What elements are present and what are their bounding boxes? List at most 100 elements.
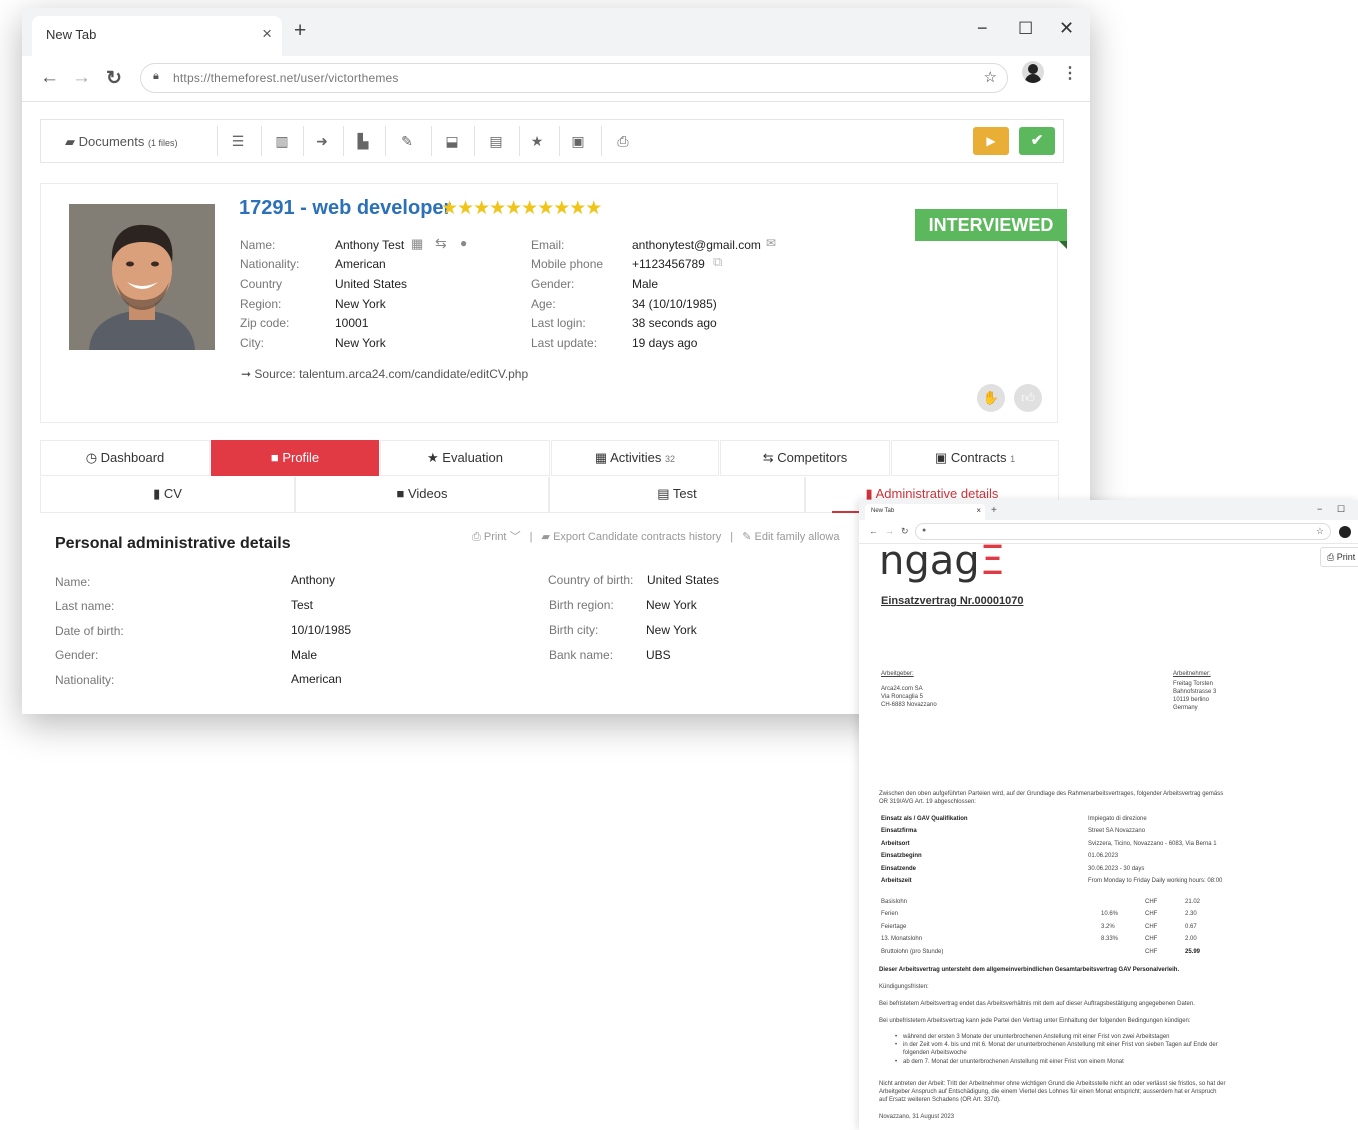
list-icon[interactable]: ☰ [227,130,249,152]
close-tab-icon[interactable]: × [262,24,272,44]
detail-key: Einsatzfirma [881,828,917,834]
source-link[interactable]: ➞ Source: talentum.arca24.com/candidate/… [241,367,528,381]
tab-videos[interactable]: ■ Videos [295,477,549,513]
doc-tab-bar: New Tab × + − ☐ [859,500,1358,520]
url-input[interactable]: 🔒︎ https://themeforest.net/user/victorth… [140,63,1008,93]
doc-forward-icon[interactable]: → [885,526,894,536]
documents-button[interactable]: ▰ Documents (1 files) [65,134,178,150]
doc-maximize-icon[interactable]: ☐ [1337,504,1345,515]
employee-line: Freitag Torsten [1173,681,1213,687]
forward-icon[interactable]: → [72,67,91,89]
region-label: Region: [240,297,282,311]
doc-close-tab-icon[interactable]: × [976,506,981,515]
copy-icon[interactable]: ⧉ [713,254,722,270]
minimize-icon[interactable]: − [977,18,988,39]
star-icon[interactable]: ★ [526,130,548,152]
admin-nationality-label: Nationality: [55,673,115,687]
edit-icon[interactable]: ✎ [396,130,418,152]
profile-avatar-icon[interactable] [1022,61,1044,83]
nicht-antreten-line: Nicht antreten der Arbeit: Tritt der Arb… [879,1081,1226,1087]
admin-section-title: Personal administrative details [55,535,291,552]
country-of-birth-value: United States [647,573,720,587]
doc-profile-avatar-icon[interactable] [1339,526,1351,538]
tab-competitors[interactable]: ⇆ Competitors [720,440,890,476]
profile-icon: ■ [270,450,279,465]
employee-label: Arbeitnehmer: [1173,671,1211,677]
url-text: https://themeforest.net/user/victortheme… [173,71,399,85]
reload-icon[interactable]: ↻ [106,67,122,90]
tab-activities[interactable]: ▦ Activities 32 [551,440,719,476]
doc-minimize-icon[interactable]: − [1317,504,1322,514]
doc-back-icon[interactable]: ← [869,526,878,536]
tab-cv[interactable]: ▮ CV [40,477,295,513]
admin-name-label: Name: [55,575,91,589]
printer-icon: ⎙ [472,531,481,543]
chat-icon[interactable]: ● [460,236,467,250]
sliders-icon[interactable]: ⇆ [435,235,447,252]
doc-new-tab-icon[interactable]: + [991,505,997,516]
gender-label: Gender: [531,277,575,291]
lock-icon: 🔒︎ [153,70,159,82]
admin-actions: ⎙ Print ﹀ | ▰ Export Candidate contracts… [472,531,840,543]
admin-name-value: Anthony [291,573,336,587]
edit-family-button[interactable]: ✎ Edit family allowa [742,531,839,543]
address-bar-row: ← → ↻ 🔒︎ https://themeforest.net/user/vi… [22,56,1090,102]
thumbs-down-icon[interactable]: ✋ [977,384,1005,412]
activities-calendar-icon: ▦ [594,450,608,465]
close-window-icon[interactable]: ✕ [1059,18,1074,39]
mobile-value[interactable]: +1123456789 [632,257,705,271]
new-tab-icon[interactable]: + [294,19,306,43]
calendar-icon[interactable]: ▦ [411,236,423,252]
contracts-count: 1 [1010,454,1016,464]
doc-reload-icon[interactable]: ↻ [901,526,909,537]
confirm-button[interactable]: ✔ [1019,127,1055,155]
bullet-line: in der Zeit vom 4. bis und mit 6. Monat … [903,1042,1218,1048]
mobile-label: Mobile phone [531,257,604,271]
document-icon[interactable]: ▙ [352,130,374,152]
print-button[interactable]: ⎙ Print ﹀ [472,531,521,543]
detail-key: Einsatzbeginn [881,853,922,859]
wage-percent: 10.6% [1101,911,1119,917]
doc-print-button[interactable]: ⎙ Print [1320,547,1358,567]
wage-key: 13. Monatslohn [881,936,923,942]
unbefristet-line: Bei unbefristetem Arbeitsvertrag kann je… [879,1018,1191,1024]
browser-tab[interactable]: New Tab × [32,16,282,56]
thumbs-up-icon[interactable]: 👍︎ [1014,384,1042,412]
tab-evaluation[interactable]: ★ Evaluation [380,440,550,476]
wage-currency: CHF [1145,936,1158,942]
bullet-line: folgenden Arbeitswoche [903,1050,967,1056]
detail-value: Impiegato di direzione [1088,816,1147,822]
notes-icon[interactable]: ▤ [485,130,507,152]
birth-region-value: New York [646,598,697,612]
bookmark-star-icon[interactable]: ☆ [984,68,997,86]
email-value[interactable]: anthonytest@gmail.com [632,238,761,252]
email-label: Email: [531,238,565,252]
candidate-title[interactable]: 17291 - web developer [239,197,451,220]
menu-kebab-icon[interactable]: ⋮ [1062,63,1078,83]
doc-bookmark-star-icon[interactable]: ☆ [1316,526,1324,537]
play-button[interactable]: ▶ [973,127,1009,155]
country-value: United States [335,277,408,291]
print-icon[interactable]: ⎙ [612,130,634,152]
share-icon[interactable]: ➜ [311,130,333,152]
tab-dashboard[interactable]: ◷ Dashboard [40,440,210,476]
cv-icon: ▮ [153,486,161,501]
employer-line: CH-6883 Novazzano [881,702,937,708]
columns-icon[interactable]: ▥ [271,130,293,152]
doc-browser-tab[interactable]: New Tab × [865,504,985,520]
tab-profile[interactable]: ■ Profile [211,440,379,476]
export-contracts-button[interactable]: ▰ Export Candidate contracts history [542,531,722,543]
rating-stars[interactable]: ★★★★★★★★★★ [441,197,602,220]
nicht-antreten-line: Arbeitgeber Anspruch auf Entschädigung, … [879,1089,1217,1095]
back-icon[interactable]: ← [40,67,59,89]
tab-test[interactable]: ▤ Test [549,477,805,513]
export-icon[interactable]: ⬓ [441,130,463,152]
tab-contracts[interactable]: ▣ Contracts 1 [891,440,1059,476]
camera-icon[interactable]: ▣ [567,130,589,152]
maximize-icon[interactable]: ☐ [1018,19,1033,39]
wage-value: 21.02 [1185,899,1201,905]
wage-percent: 3.2% [1101,924,1115,930]
employee-line: Bahnofstrasse 3 [1173,689,1217,695]
mail-icon[interactable]: ✉ [766,236,776,250]
admin-dob-label: Date of birth: [55,624,124,638]
